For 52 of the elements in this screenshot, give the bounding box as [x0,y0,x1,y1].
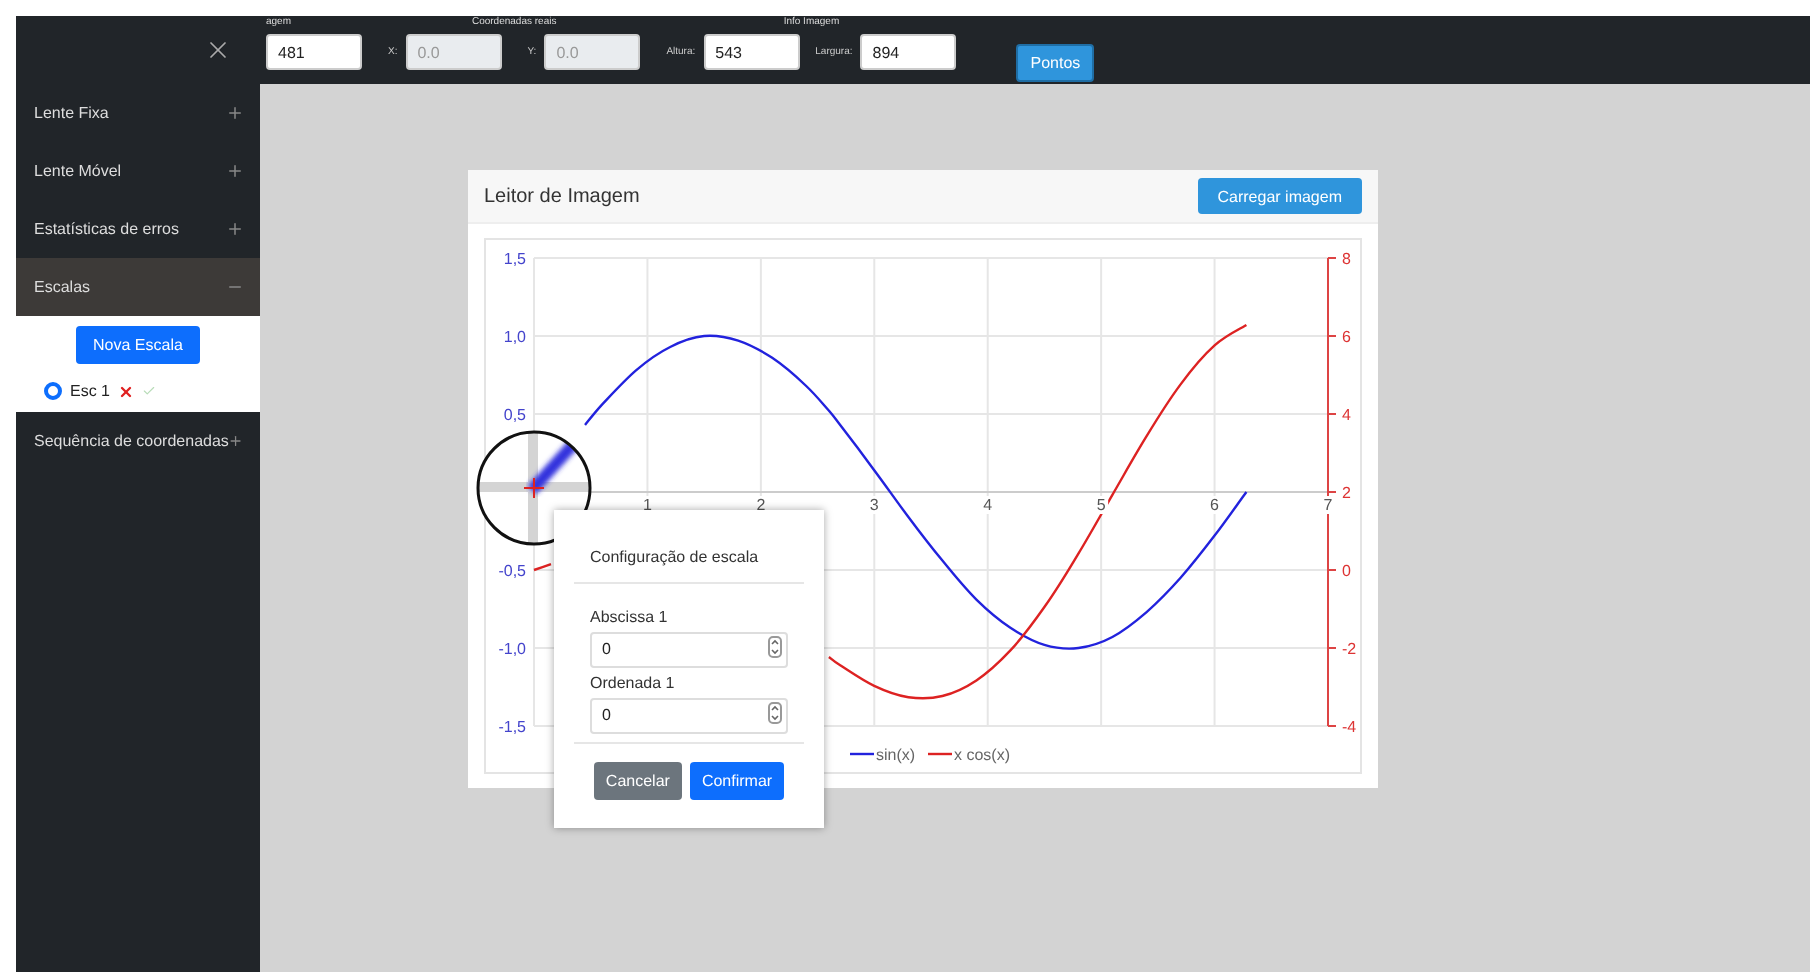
close-icon[interactable] [204,36,232,64]
expand-icon [226,162,244,180]
tick-label: 6 [1342,328,1351,346]
tick-label: 8 [1342,250,1351,268]
tick-label: -1,0 [498,640,526,658]
tick-label: 1 [643,496,652,514]
tick-label: 7 [1323,496,1333,514]
tick-label: 1,5 [503,250,526,268]
dialog-title: Configuração de escala [590,548,761,566]
tick-label: 5 [1096,496,1106,514]
sidebar-item[interactable]: Escalas [16,258,260,316]
confirm-button[interactable]: Confirmar [689,762,785,800]
cancel-button[interactable]: Cancelar [593,762,682,800]
delete-icon[interactable] [118,383,135,399]
radio-button[interactable] [44,382,62,400]
tick-label: 3 [869,496,879,514]
tick-label: 4 [1342,406,1351,424]
expand-icon [228,432,244,450]
scale-label: Esc 1 [70,382,111,400]
tick-label: -0,5 [498,562,526,580]
tick-label: -2 [1342,640,1357,658]
tick-label: -1,5 [498,718,526,736]
tick-label: 6 [1210,496,1219,514]
number-field[interactable]: 0 [590,631,788,667]
tick-label: 1,0 [503,328,526,346]
input-field[interactable]: 481 [266,34,362,70]
tick-label: -4 [1342,718,1357,736]
input-field[interactable]: 543 [703,34,800,70]
tick-label: 2 [756,496,766,514]
legend-label: x cos(x) [954,746,1010,764]
check-icon[interactable] [142,384,157,398]
expand-icon [226,104,244,122]
input-field[interactable]: 894 [860,34,957,70]
card-title: Leitor de Imagem [484,185,640,207]
field-label: Ordenada 1 [590,674,677,692]
legend-label: sin(x) [876,746,916,764]
tick-label: 0,5 [503,406,526,424]
sidebar-item[interactable]: Sequência de coordenadas [16,412,260,470]
sidebar-item[interactable]: Estatísticas de erros [16,200,260,258]
tick-label: 2 [1342,484,1351,502]
field-label: Abscissa 1 [590,608,670,626]
sidebar-item[interactable]: Lente Fixa [16,84,260,142]
expand-icon [226,220,244,238]
tick-label: 0 [1342,562,1351,580]
tick-label: 4 [983,496,993,514]
legend-line-icon [850,752,874,756]
spinner-icon[interactable] [768,701,782,723]
legend-line-icon [928,752,952,756]
new-scale-button[interactable]: Nova Escala [75,326,201,364]
spinner-icon[interactable] [768,635,782,657]
number-field[interactable]: 0 [590,697,788,733]
sidebar-item[interactable]: Lente Móvel [16,142,260,200]
